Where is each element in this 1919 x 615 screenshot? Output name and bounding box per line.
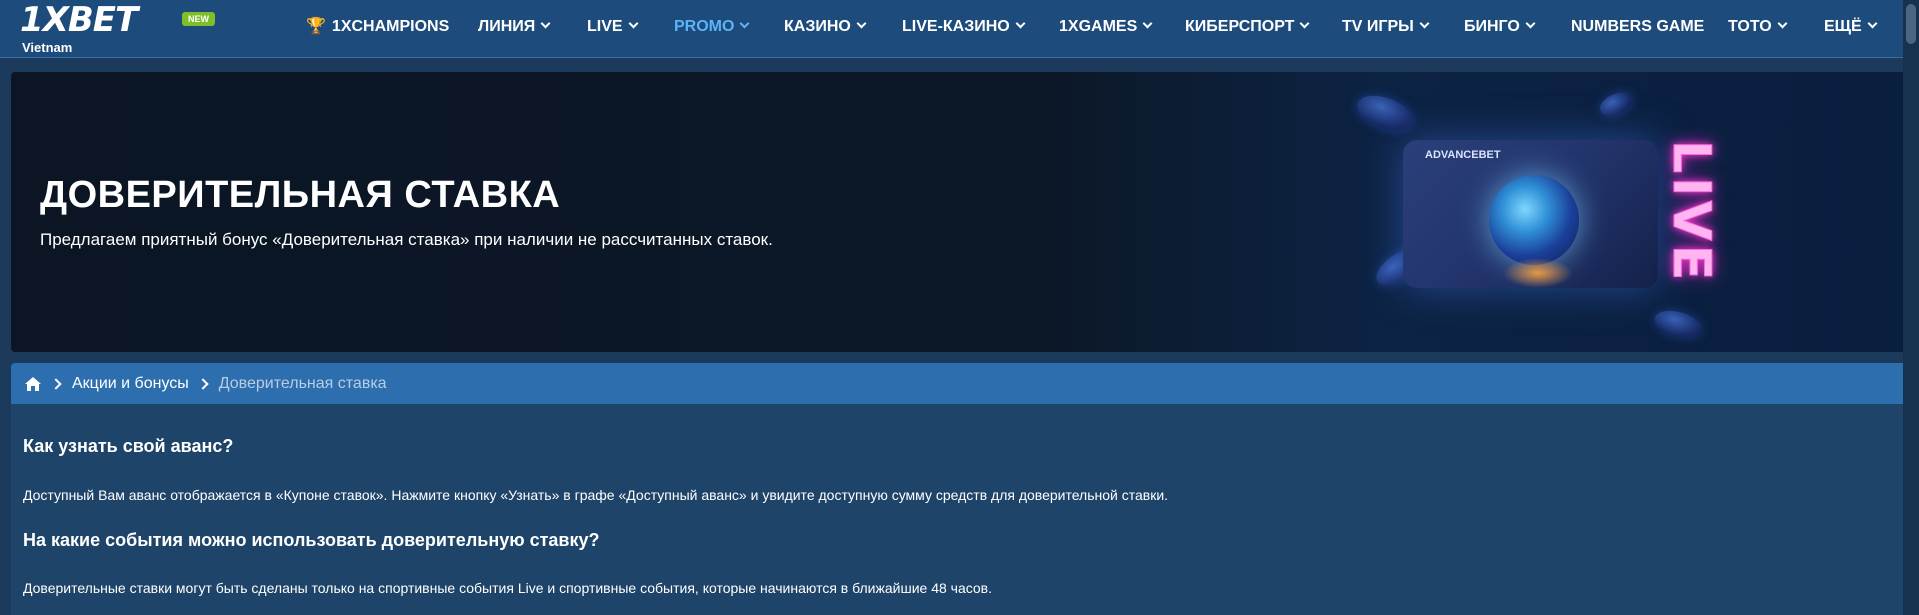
chevron-down-icon — [1867, 18, 1878, 29]
nav-label: ТОТО — [1728, 18, 1772, 35]
top-header: 1XBET Vietnam NEW 🏆 1XCHAMPIONS ЛИНИЯ LIV… — [0, 0, 1919, 58]
chevron-down-icon — [740, 18, 750, 29]
nav-item-live-casino[interactable]: LIVE-КАЗИНО — [902, 0, 1026, 56]
chevron-down-icon — [628, 18, 639, 29]
nav-label: LIVE-КАЗИНО — [902, 18, 1010, 35]
nav-label: 1XGAMES — [1059, 18, 1138, 35]
chevron-down-icon — [856, 18, 867, 29]
trophy-icon: 🏆 — [306, 18, 326, 35]
card-label: ADVANCEBET — [1425, 149, 1501, 161]
breadcrumb-separator-icon — [197, 377, 209, 390]
page-scrollbar[interactable] — [1903, 0, 1919, 615]
live-neon-sign: LIVE — [1661, 140, 1722, 285]
globe-icon — [1489, 175, 1579, 265]
nav-item-1xgames[interactable]: 1XGAMES — [1059, 0, 1153, 56]
chevron-down-icon — [540, 18, 551, 29]
nav-label: КИБЕРСПОРТ — [1185, 18, 1295, 35]
chevron-down-icon — [1525, 18, 1536, 29]
nav-item-1xchampions[interactable]: 🏆 1XCHAMPIONS — [306, 0, 449, 56]
nav-label: PROMO — [674, 18, 735, 35]
breadcrumb: Акции и бонусы Доверительная ставка — [11, 363, 1910, 404]
section-heading: Как узнать свой аванс? — [23, 436, 234, 456]
chevron-down-icon — [1777, 18, 1788, 29]
nav-item-line[interactable]: ЛИНИЯ — [478, 0, 551, 56]
nav-label: ЛИНИЯ — [478, 18, 536, 35]
main-nav: 🏆 1XCHAMPIONS ЛИНИЯ LIVE PROMO КАЗИНО LIV… — [0, 0, 1919, 56]
nav-label: NUMBERS GAME — [1571, 18, 1705, 35]
section-heading: На какие события можно использовать дове… — [23, 530, 600, 550]
nav-item-promo[interactable]: PROMO — [674, 0, 750, 56]
home-icon[interactable] — [24, 376, 42, 392]
glow-decoration — [1503, 258, 1573, 288]
nav-item-bingo[interactable]: БИНГО — [1464, 0, 1536, 56]
section-text: Доступный Вам аванс отображается в «Купо… — [23, 487, 1169, 503]
section-text: Доверительные ставки могут быть сделаны … — [23, 580, 993, 596]
coin-icon — [1596, 87, 1636, 121]
nav-item-numbers-game[interactable]: NUMBERS GAME — [1571, 0, 1704, 56]
banner-title: ДОВЕРИТЕЛЬНАЯ СТАВКА — [40, 174, 561, 216]
scrollbar-thumb[interactable] — [1906, 4, 1916, 44]
nav-label: 1XCHAMPIONS — [331, 18, 450, 35]
nav-item-esports[interactable]: КИБЕРСПОРТ — [1185, 0, 1310, 56]
coin-icon — [1352, 88, 1418, 138]
nav-label: LIVE — [587, 18, 623, 35]
nav-label: БИНГО — [1464, 18, 1520, 35]
chevron-down-icon — [1015, 18, 1026, 29]
nav-item-tv-games[interactable]: TV ИГРЫ — [1342, 0, 1430, 56]
nav-label: ЕЩЁ — [1824, 18, 1862, 35]
nav-item-live[interactable]: LIVE — [587, 0, 639, 56]
chevron-down-icon — [1300, 18, 1310, 29]
nav-label: TV ИГРЫ — [1342, 18, 1414, 35]
nav-item-casino[interactable]: КАЗИНО — [784, 0, 867, 56]
breadcrumb-separator-icon — [50, 377, 62, 390]
advancebet-card: ADVANCEBET — [1403, 140, 1658, 288]
chevron-down-icon — [1419, 18, 1430, 29]
nav-item-toto[interactable]: ТОТО — [1728, 0, 1788, 56]
nav-label: КАЗИНО — [784, 18, 851, 35]
promo-banner: ДОВЕРИТЕЛЬНАЯ СТАВКА Предлагаем приятный… — [11, 72, 1910, 352]
chevron-down-icon — [1142, 18, 1153, 29]
breadcrumb-promotions-link[interactable]: Акции и бонусы — [72, 375, 189, 393]
coin-icon — [1651, 306, 1705, 342]
article-content: Как узнать свой аванс? Доступный Вам ава… — [11, 404, 1910, 615]
breadcrumb-current: Доверительная ставка — [218, 374, 387, 392]
banner-subtitle: Предлагаем приятный бонус «Доверительная… — [40, 230, 773, 249]
nav-item-more[interactable]: ЕЩЁ — [1824, 0, 1878, 56]
